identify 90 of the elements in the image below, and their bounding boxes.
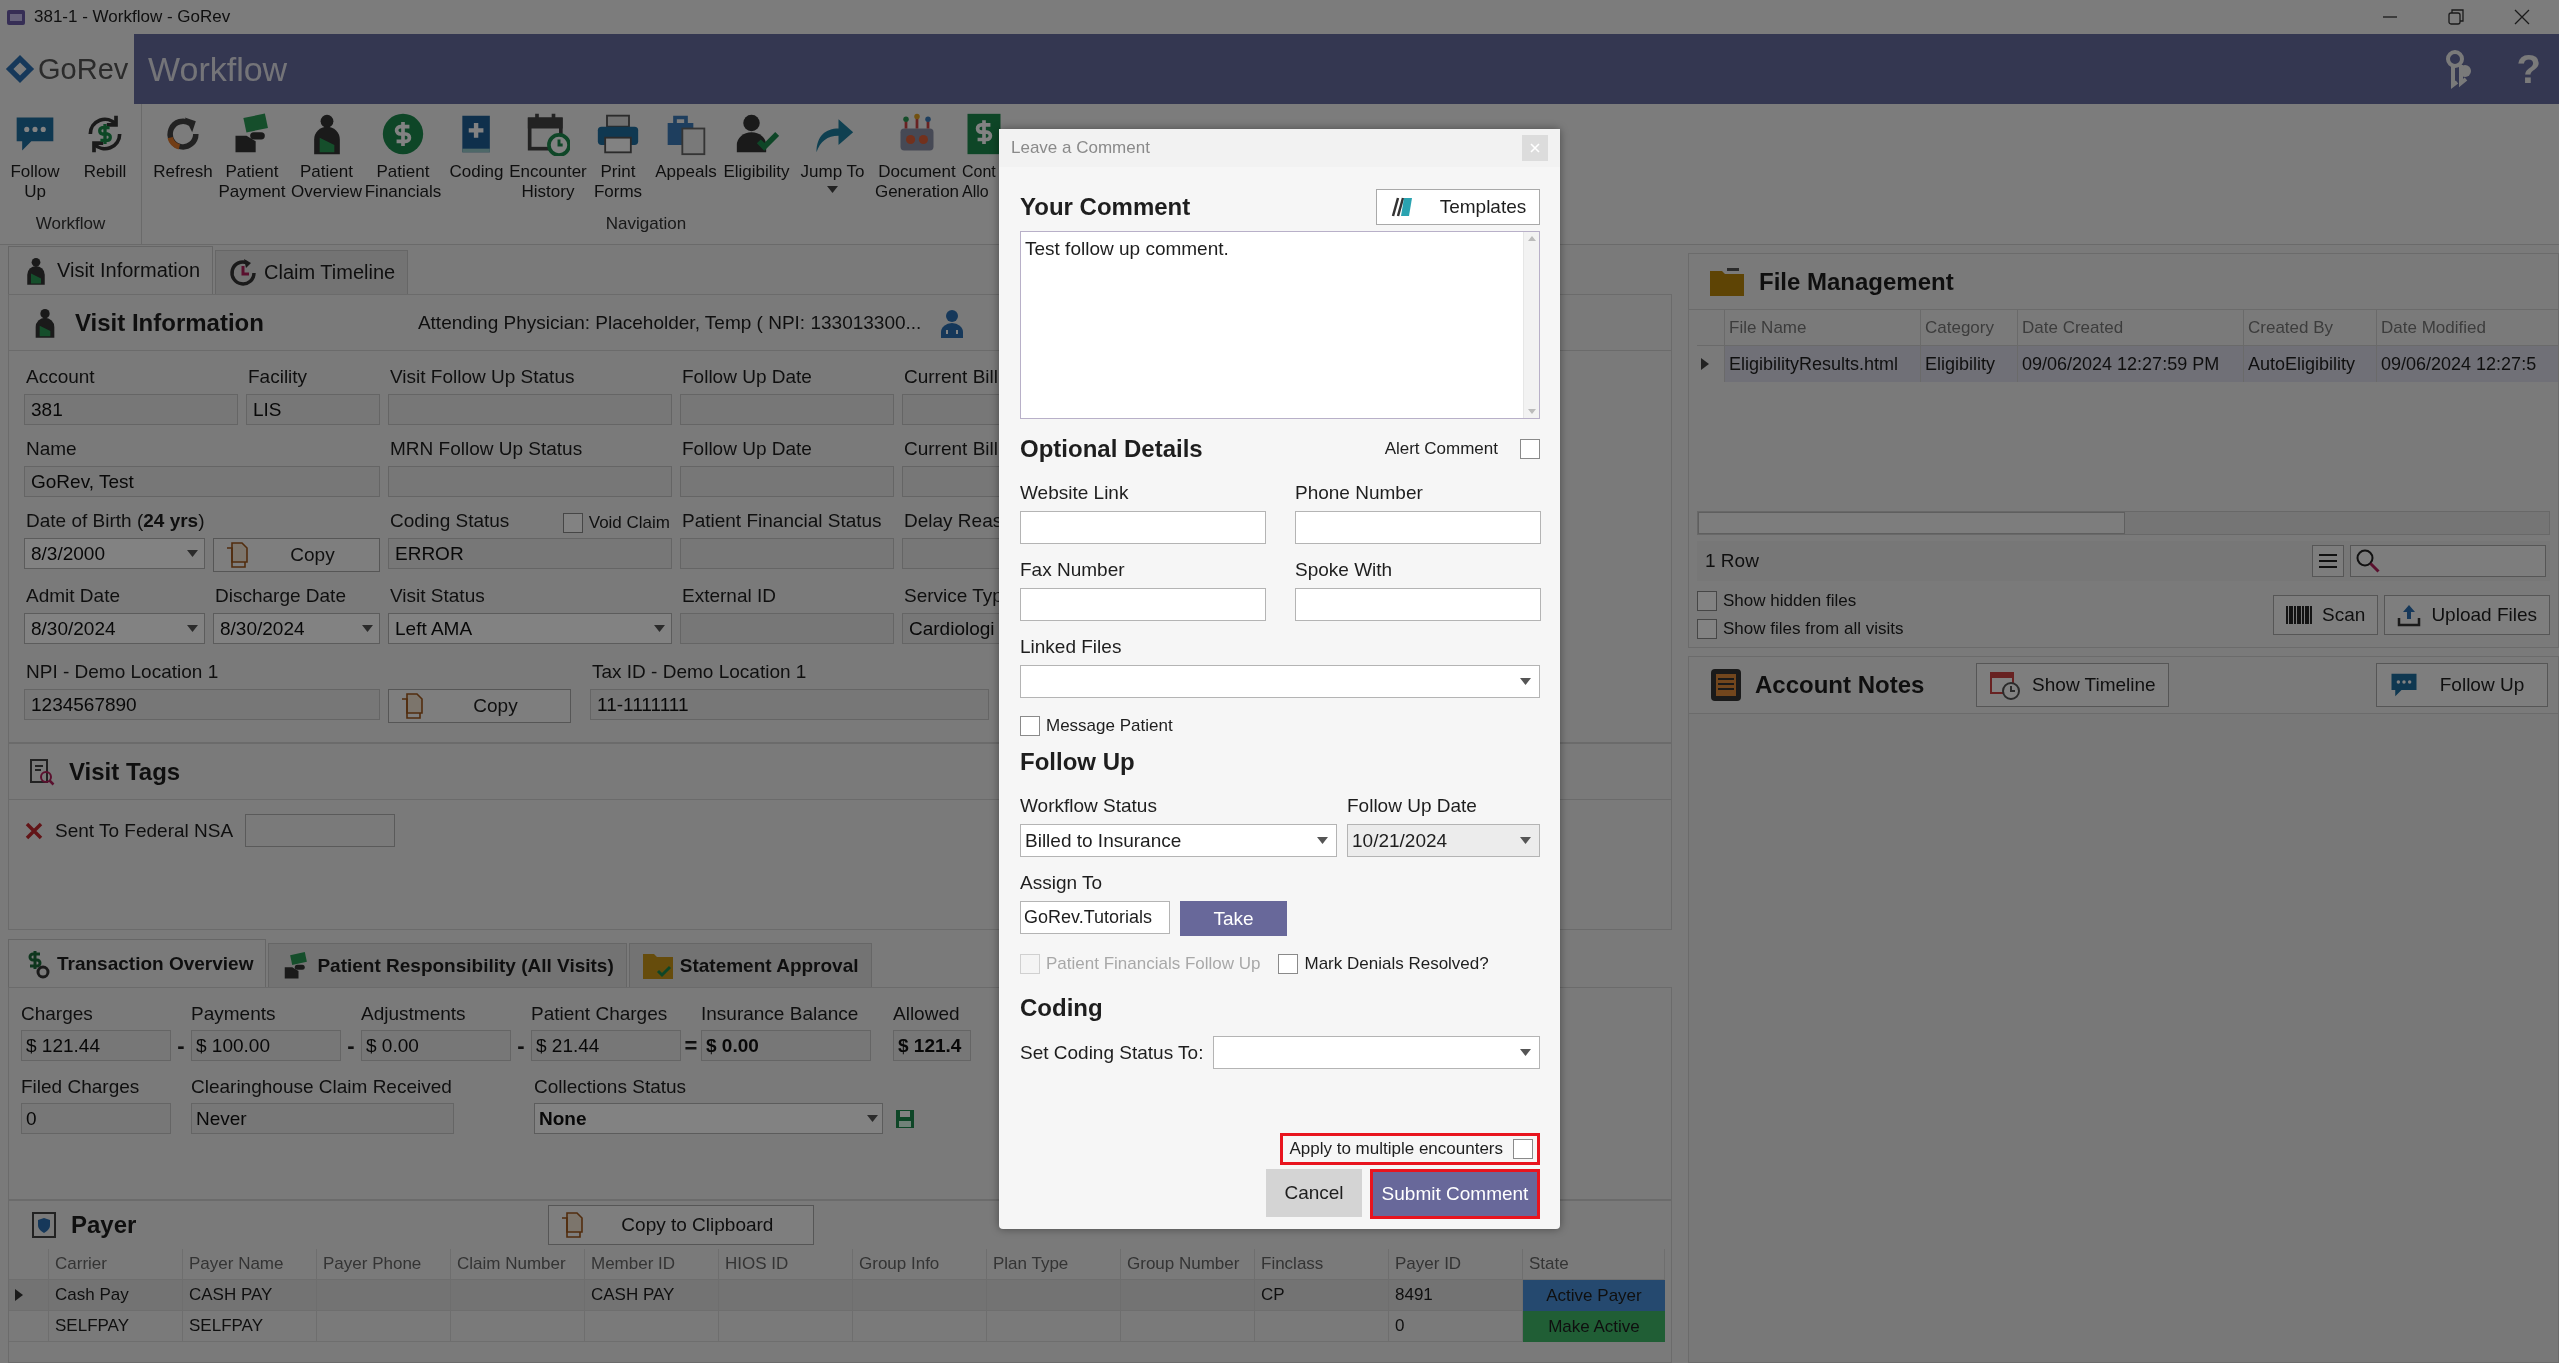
checkbox-label: Patient Financials Follow Up — [1046, 954, 1261, 974]
field-label: Facility — [248, 365, 308, 389]
field-label: External ID — [682, 584, 776, 608]
field-label: Spoke With — [1295, 558, 1394, 582]
page-title: Workflow — [148, 49, 289, 89]
field-label: Patient Charges — [531, 1002, 669, 1026]
operator-sign: - — [516, 1033, 526, 1060]
checkbox-label: Apply to multiple encounters — [1289, 1139, 1503, 1159]
field-label: Assign To — [1020, 871, 1104, 895]
window-title: 381-1 - Workflow - GoRev — [34, 7, 231, 27]
field-label: Coding Status — [390, 509, 510, 533]
column-header: State — [1523, 1249, 1665, 1280]
field-label: MRN Follow Up Status — [390, 437, 583, 461]
field-label: Clearinghouse Claim Received — [191, 1075, 453, 1099]
section-title: Visit Tags — [69, 757, 181, 786]
field-label: Phone Number — [1295, 481, 1424, 505]
operator-sign: = — [683, 1033, 699, 1060]
field-label: Fax Number — [1020, 558, 1126, 582]
field-label: Follow Up Date — [682, 437, 812, 461]
column-header: Payer Name — [183, 1249, 317, 1280]
field-label: NPI - Demo Location 1 — [26, 660, 219, 684]
field-label: Current Bill — [904, 437, 998, 461]
section-title: Account Notes — [1755, 671, 1925, 699]
table-cell: CASH PAY — [585, 1280, 719, 1311]
field-label: Charges — [21, 1002, 94, 1026]
field-label: Insurance Balance — [701, 1002, 860, 1026]
table-cell: Cash Pay — [49, 1280, 183, 1311]
group-label: Workflow — [35, 214, 106, 233]
column-header: Payer Phone — [317, 1249, 451, 1280]
column-header: Group Info — [853, 1249, 987, 1280]
row-count: 1 Row — [1705, 550, 1759, 572]
column-header: Claim Number — [451, 1249, 585, 1280]
field-label: Discharge Date — [215, 584, 346, 608]
table-cell: Eligibility — [1921, 346, 2018, 382]
field-label: Name — [26, 437, 77, 461]
section-heading: Follow Up — [1020, 748, 1136, 776]
field-label: Website Link — [1020, 481, 1130, 505]
column-header: Payer ID — [1389, 1249, 1523, 1280]
checkbox-label: Mark Denials Resolved? — [1304, 954, 1489, 974]
field-label: Follow Up Date — [682, 365, 812, 389]
field-label: Current Bill — [904, 365, 998, 389]
field-label: Linked Files — [1020, 635, 1123, 659]
section-title: Visit Information — [75, 308, 264, 337]
dialog-title: Leave a Comment — [1011, 138, 1150, 158]
field-label: Filed Charges — [21, 1075, 141, 1099]
field-label: Collections Status — [534, 1075, 688, 1099]
operator-sign: - — [176, 1033, 186, 1060]
field-label: Payments — [191, 1002, 277, 1026]
table-cell: SELFPAY — [49, 1311, 183, 1342]
checkbox-label: Show hidden files — [1723, 591, 1857, 611]
field-label: Follow Up Date — [1347, 794, 1478, 818]
column-header: Group Number — [1121, 1249, 1255, 1280]
checkbox-label: Void Claim — [588, 513, 670, 533]
column-header: HIOS ID — [719, 1249, 853, 1280]
section-title: File Management — [1759, 267, 1954, 296]
field-label: Visit Follow Up Status — [390, 365, 575, 389]
field-label: Date of Birth (24 yrs) — [26, 509, 205, 533]
field-label: Adjustments — [361, 1002, 467, 1026]
operator-sign: - — [346, 1033, 356, 1060]
section-heading: Coding — [1020, 994, 1104, 1022]
field-label: Patient Financial Status — [682, 509, 882, 533]
tag-label: Sent To Federal NSA — [55, 818, 234, 843]
table-cell: 09/06/2024 12:27:59 PM — [2018, 346, 2244, 382]
table-cell: SELFPAY — [183, 1311, 317, 1342]
field-label: Set Coding Status To: — [1020, 1040, 1204, 1065]
section-heading: Optional Details — [1020, 435, 1203, 463]
field-label: Admit Date — [26, 584, 120, 608]
checkbox-label: Alert Comment — [1384, 439, 1498, 459]
table-cell: AutoEligibility — [2244, 346, 2377, 382]
field-label: Workflow Status — [1020, 794, 1158, 818]
section-title: Payer — [71, 1211, 137, 1239]
attending-physician: Attending Physician: Placeholder, Temp ( NPI: 133013300... — [417, 311, 922, 334]
table-cell: EligibilityResults.html — [1725, 346, 1921, 382]
column-header: Plan Type — [987, 1249, 1121, 1280]
field-label: Visit Status — [390, 584, 485, 608]
table-cell: CP — [1255, 1280, 1389, 1311]
column-header: Carrier — [49, 1249, 183, 1280]
field-label: Allowed — [893, 1002, 961, 1026]
logo-text: GoRev — [38, 52, 129, 86]
table-cell: 8491 — [1389, 1280, 1523, 1311]
section-heading: Your Comment — [1020, 193, 1191, 221]
table-cell: 09/06/2024 12:27:5 — [2377, 346, 2559, 382]
column-header: Member ID — [585, 1249, 719, 1280]
table-cell: CASH PAY — [183, 1280, 317, 1311]
column-header: Finclass — [1255, 1249, 1389, 1280]
checkbox-label: Show files from all visits — [1723, 619, 1904, 639]
field-label: Account — [26, 365, 95, 389]
checkbox-label: Message Patient — [1046, 716, 1173, 736]
field-label: Tax ID - Demo Location 1 — [592, 660, 807, 684]
group-label: Navigation — [605, 214, 687, 233]
